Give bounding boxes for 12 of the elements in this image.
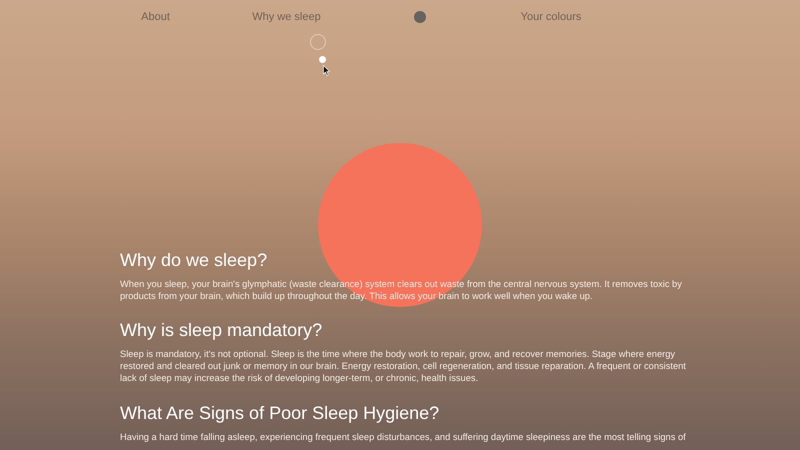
nav-link[interactable]: About xyxy=(141,11,170,23)
section-heading: What Are Signs of Poor Sleep Hygiene? xyxy=(120,402,440,423)
ring-icon xyxy=(310,34,326,50)
nav-link[interactable]: Your colours xyxy=(520,11,582,23)
section-heading: Why do we sleep? xyxy=(120,250,268,270)
nav-link[interactable]: Why we sleep xyxy=(252,11,321,23)
dot-icon xyxy=(319,56,326,63)
cursor-icon xyxy=(323,65,330,76)
paragraph: Having a hard time falling asleep, experiencing frequent sleep disturbances, and suffering daytime sleepiness are the most telling signs of xyxy=(120,432,687,444)
paragraph: Sleep is mandatory, it's not optional. Sleep is the time where the body work to repair, grow, and recover memories. Stage where energy restored and cleared out junk or memory in our brain. Energy restoration, cell regeneration, and tissue reparation. A frequent or consistent lack of sleep may increase the risk of developing longer-term, or chronic, health issues. xyxy=(120,349,687,385)
circle-icon[interactable] xyxy=(414,11,426,23)
section-heading: Why is sleep mandatory? xyxy=(120,320,324,340)
